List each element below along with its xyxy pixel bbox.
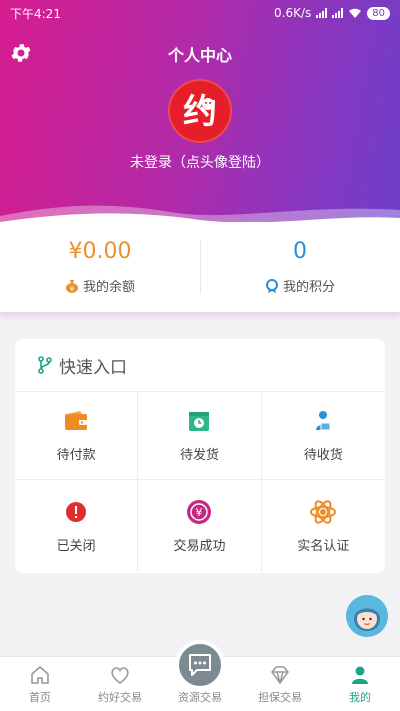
wifi-icon bbox=[349, 8, 362, 18]
signal-icon-2 bbox=[332, 8, 344, 18]
points-label: 我的积分 bbox=[282, 280, 335, 295]
user-icon bbox=[352, 666, 368, 684]
nav-agreed-trade[interactable]: 约好交易 bbox=[80, 657, 160, 711]
battery-indicator: 80 bbox=[367, 6, 390, 20]
entry-closed[interactable]: 已关闭 bbox=[15, 480, 139, 572]
balance-value: ¥0.00 bbox=[68, 239, 132, 264]
home-icon bbox=[31, 666, 49, 684]
nav-label: 我的 bbox=[349, 691, 371, 704]
brand-logo-icon: 约 bbox=[183, 92, 217, 132]
entry-label: 已关闭 bbox=[56, 538, 96, 554]
points-value: 0 bbox=[293, 239, 307, 264]
nav-label: 担保交易 bbox=[258, 691, 302, 704]
customer-service-button[interactable] bbox=[346, 595, 388, 637]
money-bag-icon: ¥ bbox=[65, 279, 78, 293]
entry-label: 实名认证 bbox=[297, 538, 350, 554]
entry-label: 待发货 bbox=[179, 448, 219, 463]
nav-label: 约好交易 bbox=[98, 691, 142, 704]
branch-icon bbox=[38, 356, 52, 374]
quick-entry-header: 快速入口 bbox=[15, 339, 385, 392]
wallet-icon bbox=[63, 408, 89, 434]
delivery-person-icon bbox=[310, 408, 336, 434]
network-speed: 0.6K/s bbox=[274, 6, 312, 20]
account-stats: ¥0.00 ¥ 我的余额 0 我的积分 bbox=[0, 222, 400, 312]
balance-stat[interactable]: ¥0.00 ¥ 我的余额 bbox=[0, 222, 200, 312]
entry-label: 待收货 bbox=[303, 448, 343, 463]
page-title: 个人中心 bbox=[167, 46, 232, 65]
nav-mine[interactable]: 我的 bbox=[320, 657, 400, 711]
diamond-icon bbox=[271, 666, 289, 684]
entry-label: 待付款 bbox=[56, 448, 96, 463]
status-bar: 下午4:21 0.6K/s 80 bbox=[0, 0, 400, 26]
signal-icon bbox=[316, 8, 328, 18]
quick-entry-card: 快速入口 待付款 待发货 待收货 已关闭 ¥ 交易成功 实名认证 bbox=[15, 339, 385, 573]
resource-trade-center-button[interactable] bbox=[175, 640, 225, 690]
clock-box-icon bbox=[186, 408, 212, 434]
login-prompt[interactable]: 未登录（点头像登陆） bbox=[0, 152, 400, 172]
svg-text:¥: ¥ bbox=[70, 285, 75, 293]
avatar-logo-glyph: 约 bbox=[183, 92, 217, 132]
nav-label: 首页 bbox=[29, 691, 51, 704]
nav-guarantee-trade[interactable]: 担保交易 bbox=[240, 657, 320, 711]
entry-pending-shipment[interactable]: 待发货 bbox=[138, 392, 262, 480]
medal-icon bbox=[265, 278, 278, 293]
chat-icon bbox=[189, 654, 211, 676]
alert-icon bbox=[63, 499, 89, 525]
entry-trade-success[interactable]: ¥ 交易成功 bbox=[138, 480, 262, 572]
nav-home[interactable]: 首页 bbox=[0, 657, 80, 711]
svg-text:¥: ¥ bbox=[196, 506, 203, 519]
yen-coin-icon: ¥ bbox=[186, 499, 212, 525]
status-time: 下午4:21 bbox=[10, 6, 61, 21]
nav-label: 资源交易 bbox=[178, 691, 222, 704]
balance-label: 我的余额 bbox=[82, 280, 135, 295]
profile-header: 下午4:21 0.6K/s 80 个人中心 约 未登录（点头像登陆） bbox=[0, 0, 400, 232]
entry-real-name-auth[interactable]: 实名认证 bbox=[262, 480, 385, 572]
entry-pending-receipt[interactable]: 待收货 bbox=[261, 392, 385, 480]
atom-icon bbox=[310, 499, 337, 525]
entry-pending-payment[interactable]: 待付款 bbox=[15, 392, 139, 480]
avatar[interactable]: 约 bbox=[168, 79, 232, 143]
entry-label: 交易成功 bbox=[173, 538, 226, 554]
points-stat[interactable]: 0 我的积分 bbox=[200, 222, 400, 312]
quick-entry-title: 快速入口 bbox=[59, 357, 127, 378]
service-agent-icon bbox=[346, 595, 388, 637]
heart-icon bbox=[111, 667, 129, 685]
